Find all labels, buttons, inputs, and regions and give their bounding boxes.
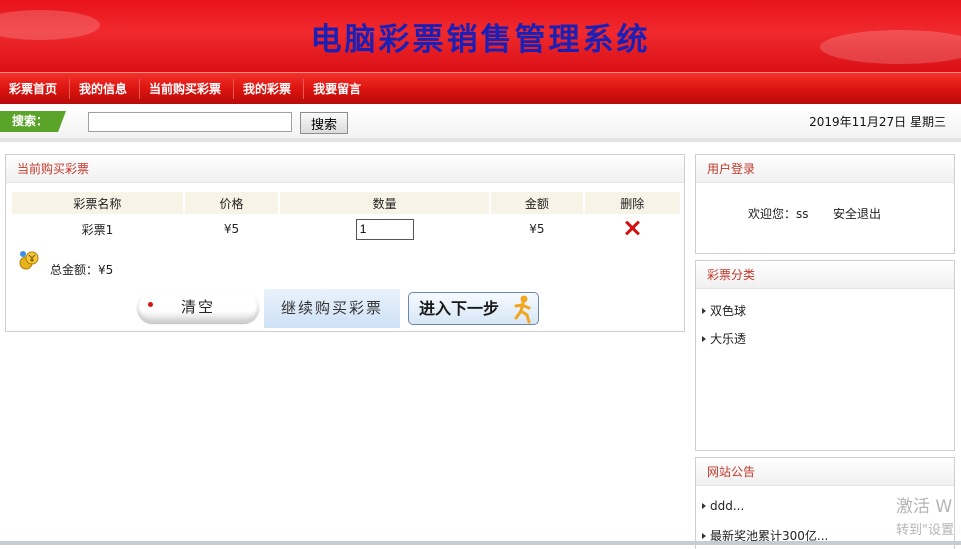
banner: 电脑彩票销售管理系统 <box>0 0 961 72</box>
search-bar: 搜索： 搜索 2019年11月27日 星期三 <box>0 104 961 142</box>
nav-item-message[interactable]: 我要留言 <box>304 79 373 99</box>
delete-icon[interactable] <box>624 220 640 236</box>
next-step-label: 进入下一步 <box>419 299 500 318</box>
cell-lottery-name: 彩票1 <box>81 222 114 237</box>
arrow-right-icon <box>702 308 706 314</box>
login-panel: 用户登录 欢迎您：ss 安全退出 <box>695 154 955 254</box>
main-nav: 彩票首页 我的信息 当前购买彩票 我的彩票 我要留言 <box>0 72 961 104</box>
site-title: 电脑彩票销售管理系统 <box>310 22 651 58</box>
login-panel-title: 用户登录 <box>696 155 954 183</box>
runner-icon <box>514 295 531 324</box>
cart-table-header: 彩票名称 价格 数量 金额 删除 <box>12 192 680 214</box>
category-item-shuangseqiu[interactable]: 双色球 <box>702 302 746 319</box>
logout-link[interactable]: 安全退出 <box>833 205 881 222</box>
column-header-quantity: 数量 <box>280 192 490 214</box>
search-input[interactable] <box>88 112 292 132</box>
clear-button-label: 清空 <box>180 298 215 316</box>
nav-item-current-purchase[interactable]: 当前购买彩票 <box>140 78 235 99</box>
table-row: 彩票1 ¥5 ¥5 <box>12 214 680 244</box>
continue-shopping-button[interactable]: 继续购买彩票 <box>264 289 400 328</box>
column-header-amount: 金额 <box>491 192 583 214</box>
cart-table: 彩票名称 价格 数量 金额 删除 彩票1 ¥5 ¥5 <box>10 192 682 244</box>
quantity-input[interactable] <box>355 218 414 240</box>
column-header-delete: 删除 <box>584 192 680 214</box>
notice-item-label: ddd... <box>710 499 745 513</box>
nav-item-my-lottery[interactable]: 我的彩票 <box>234 78 305 99</box>
column-header-price: 价格 <box>184 192 279 214</box>
notice-panel-title: 网站公告 <box>696 458 954 486</box>
category-item-daletou[interactable]: 大乐透 <box>702 330 746 347</box>
activation-watermark-sub: 转到"设置 <box>896 523 954 538</box>
column-header-name: 彩票名称 <box>12 192 183 214</box>
cart-panel-title: 当前购买彩票 <box>6 155 684 183</box>
search-label: 搜索： <box>0 111 66 132</box>
category-panel-title: 彩票分类 <box>696 261 954 289</box>
cell-amount: ¥5 <box>529 222 545 236</box>
bullet-dot-icon <box>148 302 153 307</box>
search-button[interactable]: 搜索 <box>300 112 348 134</box>
nav-item-my-info[interactable]: 我的信息 <box>70 78 141 99</box>
clear-button[interactable]: 清空 <box>137 292 259 323</box>
arrow-right-icon <box>702 533 706 539</box>
current-date: 2019年11月27日 星期三 <box>809 115 946 129</box>
cell-price: ¥5 <box>223 222 240 236</box>
money-icon <box>19 251 39 270</box>
activation-watermark: 激活 W <box>896 497 953 517</box>
next-step-button[interactable]: 进入下一步 <box>408 292 539 325</box>
category-item-label: 双色球 <box>710 304 747 318</box>
notice-item[interactable]: ddd... <box>702 499 744 513</box>
cart-panel: 当前购买彩票 彩票名称 价格 数量 金额 删除 彩票1 ¥5 ¥5 <box>5 154 685 332</box>
category-item-label: 大乐透 <box>710 332 747 346</box>
total-amount: 总金额：¥5 <box>50 263 114 277</box>
welcome-text: 欢迎您：ss <box>748 207 809 221</box>
cell-quantity <box>280 214 489 244</box>
arrow-right-icon <box>702 336 706 342</box>
arrow-right-icon <box>702 503 706 509</box>
bottom-divider <box>0 541 961 545</box>
nav-item-home[interactable]: 彩票首页 <box>0 78 71 99</box>
category-panel: 彩票分类 双色球 大乐透 <box>695 260 955 451</box>
cell-delete <box>585 214 680 244</box>
